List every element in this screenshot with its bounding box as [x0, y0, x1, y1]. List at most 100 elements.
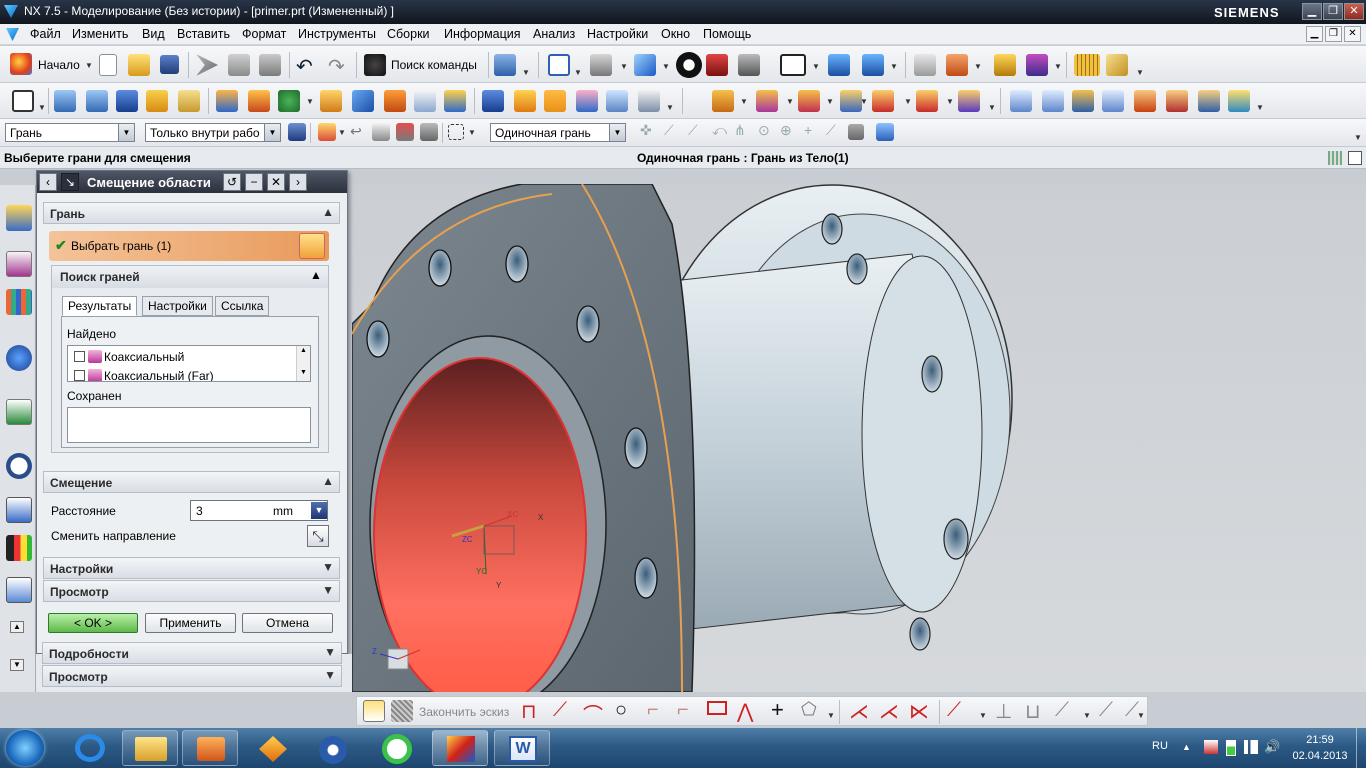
through-curves-icon[interactable] — [1010, 90, 1032, 112]
save-icon[interactable] — [160, 55, 179, 74]
clock-time[interactable]: 21:59 — [1300, 734, 1340, 746]
mirror-icon[interactable] — [514, 90, 536, 112]
collapse-icon[interactable]: − — [245, 173, 263, 191]
menu-file[interactable]: Файл — [30, 27, 61, 41]
offset-group-header[interactable]: Смещение ▲ — [43, 471, 340, 493]
new-file-icon[interactable] — [99, 54, 117, 76]
arc-icon[interactable]: ⌒ — [583, 699, 603, 728]
start-icon[interactable] — [10, 53, 32, 75]
chevron-up-icon[interactable]: ▲ — [322, 205, 334, 219]
dialog-forward-button[interactable]: › — [289, 173, 307, 191]
saved-list[interactable] — [67, 407, 311, 443]
dialog-back-button[interactable]: ‹ — [39, 173, 57, 191]
quick-pick-icon[interactable] — [876, 123, 894, 141]
snap-midpoint-icon[interactable]: ⟋ — [664, 122, 674, 139]
move-face-icon[interactable] — [712, 90, 734, 112]
menu-information[interactable]: Информация — [444, 27, 521, 41]
snap-endpoint-icon[interactable]: ✜ — [640, 122, 652, 139]
deselect-icon[interactable] — [396, 123, 414, 141]
linked-face-icon[interactable] — [958, 90, 980, 112]
network-icon[interactable] — [1244, 740, 1258, 754]
roles-icon[interactable] — [6, 577, 32, 603]
taskbar-explorer[interactable] — [122, 730, 178, 766]
settings-group-header[interactable]: Настройки ▼ — [43, 557, 340, 579]
shaded-view-icon[interactable] — [676, 52, 702, 78]
quick-extend-icon[interactable]: ⋌ — [879, 699, 899, 724]
taskbar-nx[interactable] — [432, 730, 488, 766]
edge-display-icon[interactable] — [706, 54, 728, 76]
display-constraints-icon[interactable]: ⊥ — [995, 699, 1012, 724]
arrow-down-icon[interactable]: ▼ — [311, 502, 327, 519]
select-all-icon[interactable]: ↩ — [350, 123, 362, 140]
start-dropdown-icon[interactable]: ▼ — [85, 61, 93, 70]
datum-plane-icon[interactable] — [216, 90, 238, 112]
scale-body-icon[interactable] — [606, 90, 628, 112]
tab-reference[interactable]: Ссылка — [215, 296, 270, 316]
full-screen-icon[interactable] — [1348, 151, 1362, 165]
wcs-orient-icon[interactable] — [862, 54, 884, 76]
close-button[interactable]: ✕ — [1344, 3, 1364, 20]
scroll-up-icon[interactable]: ▲ — [10, 621, 24, 633]
snap-control-icon[interactable]: ⟋ — [688, 122, 698, 139]
command-finder-button[interactable]: Поиск команды — [391, 58, 477, 72]
bounded-plane-icon[interactable] — [1102, 90, 1124, 112]
list-item[interactable]: Коаксиальный — [68, 347, 294, 365]
pattern-icon[interactable] — [482, 90, 504, 112]
history-icon[interactable] — [6, 399, 32, 425]
tab-settings[interactable]: Настройки — [142, 296, 213, 316]
minimize-button[interactable]: ▁ — [1302, 3, 1322, 20]
details-group-header[interactable]: Подробности ▼ — [42, 642, 342, 664]
type-filter-select[interactable]: Грань ▼ — [5, 123, 135, 142]
doc-restore-button[interactable]: ❐ — [1325, 26, 1342, 42]
cut-icon[interactable] — [196, 54, 218, 76]
snap-existing-icon[interactable]: ⊕ — [780, 122, 792, 139]
chevron-up-icon[interactable]: ▲ — [310, 268, 322, 282]
chevron-down-icon[interactable]: ▼ — [264, 124, 280, 141]
select-chain-icon[interactable] — [420, 123, 438, 141]
found-list[interactable]: Коаксиальный Коаксиальный (Far) ▲ ▼ — [67, 345, 311, 382]
section-icon[interactable] — [738, 54, 760, 76]
select-face-icon[interactable] — [299, 233, 325, 259]
polygon-icon[interactable]: ⋀ — [737, 699, 753, 724]
list-item[interactable]: Коаксиальный (Far) — [68, 366, 294, 381]
measure-angle-icon[interactable] — [1106, 54, 1128, 76]
dialog-close-icon[interactable]: ✕ — [267, 173, 285, 191]
quick-trim-icon[interactable]: ⋌ — [849, 699, 869, 724]
select-features-icon[interactable] — [372, 123, 390, 141]
menu-edit[interactable]: Изменить — [72, 27, 128, 41]
analysis-icon[interactable] — [994, 54, 1016, 76]
point-icon[interactable]: + — [771, 697, 784, 723]
language-indicator[interactable]: RU — [1152, 740, 1168, 752]
make-corner-icon[interactable]: ⋉ — [909, 699, 929, 724]
trimmed-sheet-icon[interactable] — [1134, 90, 1156, 112]
reuse-library-icon[interactable] — [6, 289, 32, 315]
taskbar-app-orange[interactable] — [245, 730, 301, 766]
delete-face-icon[interactable] — [872, 90, 894, 112]
snap-intersection-icon[interactable]: ⤺ — [712, 122, 727, 139]
tab-results[interactable]: Результаты — [62, 296, 138, 316]
assembly-navigator-icon[interactable] — [6, 205, 32, 231]
taskbar-app-blue[interactable] — [305, 730, 361, 766]
sketch-icon[interactable] — [12, 90, 34, 112]
chevron-down-icon[interactable]: ▼ — [324, 645, 336, 659]
split-body-icon[interactable] — [638, 90, 660, 112]
list-scrollbar[interactable]: ▲ ▼ — [296, 346, 310, 381]
volume-icon[interactable]: 🔊 — [1264, 739, 1280, 755]
tray-expand-icon[interactable]: ▲ — [1182, 742, 1191, 752]
selection-scope-select[interactable]: Только внутри рабо ▼ — [145, 123, 281, 142]
resize-face-icon[interactable] — [916, 90, 938, 112]
chevron-down-icon[interactable]: ▼ — [322, 583, 334, 597]
paste-icon[interactable] — [259, 54, 281, 76]
fit-view-icon[interactable] — [548, 54, 570, 76]
reset-icon[interactable]: ↺ — [223, 173, 241, 191]
constraint-icon[interactable]: ⟋ — [947, 699, 961, 722]
menu-window[interactable]: Окно — [661, 27, 690, 41]
offset-curve-icon[interactable]: ⬠ — [801, 699, 817, 720]
taskbar-ie[interactable] — [63, 730, 119, 766]
chevron-down-icon[interactable]: ▼ — [118, 124, 134, 141]
filter-icon[interactable] — [288, 123, 306, 141]
unite-icon[interactable] — [278, 90, 300, 112]
move-object-icon[interactable] — [946, 54, 968, 76]
menu-analysis[interactable]: Анализ — [533, 27, 575, 41]
start-button[interactable]: Начало — [38, 58, 80, 72]
